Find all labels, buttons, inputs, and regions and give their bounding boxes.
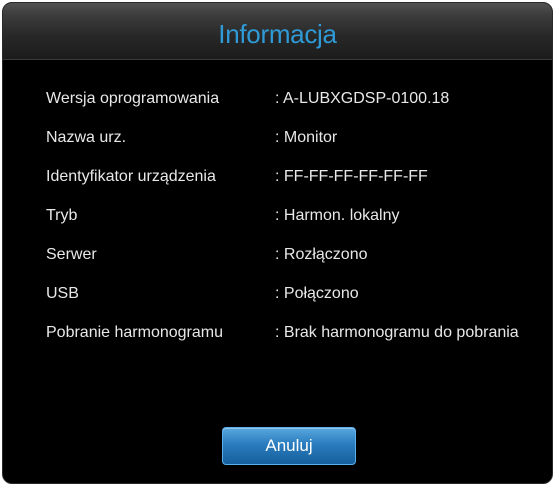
info-label: Pobranie harmonogramu	[46, 324, 223, 341]
info-value: : FF-FF-FF-FF-FF-FF	[275, 168, 428, 185]
info-value: : Brak harmonogramu do pobrania	[275, 324, 519, 341]
info-list: Wersja oprogramowania : A-LUBXGDSP-0100.…	[46, 88, 552, 361]
info-row-mode: Tryb : Harmon. lokalny	[46, 205, 552, 244]
dialog-title: Informacja	[218, 19, 337, 49]
info-value: : A-LUBXGDSP-0100.18	[275, 90, 450, 107]
info-label: Identyfikator urządzenia	[46, 168, 216, 185]
info-label: Wersja oprogramowania	[46, 90, 220, 107]
info-row-software-version: Wersja oprogramowania : A-LUBXGDSP-0100.…	[46, 88, 552, 127]
cancel-button[interactable]: Anuluj	[222, 427, 356, 465]
info-value: : Rozłączono	[275, 246, 368, 263]
info-row-server: Serwer : Rozłączono	[46, 244, 552, 283]
info-row-device-id: Identyfikator urządzenia : FF-FF-FF-FF-F…	[46, 166, 552, 205]
info-value: : Harmon. lokalny	[275, 207, 400, 224]
info-row-schedule-download: Pobranie harmonogramu : Brak harmonogram…	[46, 322, 552, 361]
info-value: : Połączono	[275, 285, 359, 302]
info-label: Serwer	[46, 246, 97, 263]
info-label: Tryb	[46, 207, 78, 224]
info-label: Nazwa urz.	[46, 129, 127, 146]
info-row-usb: USB : Połączono	[46, 283, 552, 322]
dialog-title-bar: Informacja	[3, 3, 552, 60]
info-value: : Monitor	[275, 129, 338, 146]
information-dialog: Informacja Wersja oprogramowania : A-LUB…	[2, 2, 553, 484]
info-row-device-name: Nazwa urz. : Monitor	[46, 127, 552, 166]
info-label: USB	[46, 285, 79, 302]
